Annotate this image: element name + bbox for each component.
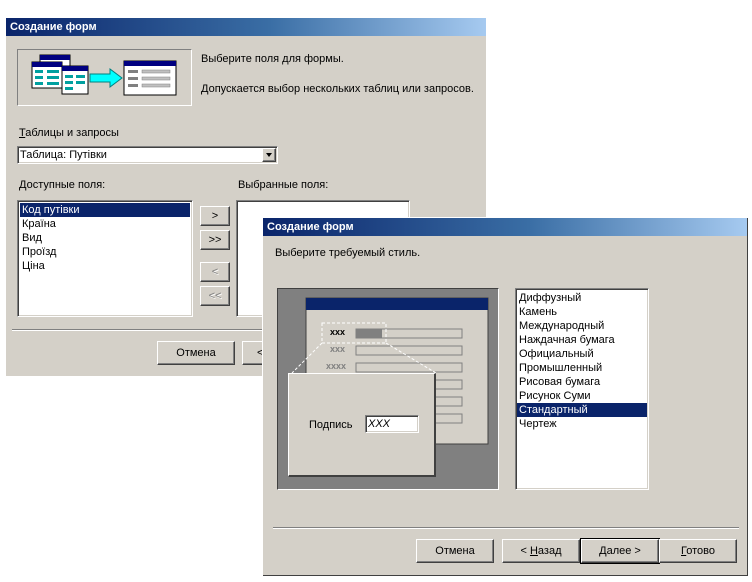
dialog1-instruction-1: Выберите поля для формы.: [201, 53, 344, 65]
tables-queries-label: Таблицы и запросы: [19, 127, 119, 139]
table-select[interactable]: Таблица: Путівки: [17, 146, 278, 164]
dialog2-next-button[interactable]: Далее >: [580, 538, 660, 564]
table-select-value: Таблица: Путівки: [20, 149, 107, 161]
list-item[interactable]: Стандартный: [517, 403, 647, 417]
preview-zoom-panel: Подпись XXX: [288, 373, 436, 477]
table-select-dropdown-button[interactable]: [262, 148, 276, 162]
list-item[interactable]: Рисовая бумага: [517, 375, 647, 389]
dialog2-instruction: Выберите требуемый стиль.: [275, 247, 421, 259]
remove-field-button[interactable]: <: [200, 262, 230, 282]
list-item[interactable]: Ціна: [20, 259, 190, 273]
list-item[interactable]: Чертеж: [517, 417, 647, 431]
dialog1-cancel-button[interactable]: Отмена: [157, 341, 235, 365]
list-item[interactable]: Проїзд: [20, 245, 190, 259]
preview-caption-label: Подпись: [309, 419, 353, 431]
list-item[interactable]: Промышленный: [517, 361, 647, 375]
list-item[interactable]: Камень: [517, 305, 647, 319]
preview-caption-field: XXX: [365, 415, 419, 433]
list-item[interactable]: Код путівки: [20, 203, 190, 217]
selected-fields-label: Выбранные поля:: [238, 179, 329, 191]
tables-to-form-icon: [31, 54, 177, 96]
dialog2-cancel-button[interactable]: Отмена: [416, 539, 494, 563]
list-item[interactable]: Наждачная бумага: [517, 333, 647, 347]
available-fields-list[interactable]: Код путівки Країна Вид Проїзд Ціна: [17, 200, 193, 317]
preview-caption-field-value: XXX: [368, 418, 391, 430]
dialog1-titlebar[interactable]: Создание форм: [6, 18, 486, 36]
styles-list[interactable]: Диффузный Камень Международный Наждачная…: [515, 288, 649, 490]
remove-all-fields-button[interactable]: <<: [200, 286, 230, 306]
list-item[interactable]: Диффузный: [517, 291, 647, 305]
available-fields-label: Доступные поля:: [19, 179, 106, 191]
add-field-button[interactable]: >: [200, 206, 230, 226]
add-all-fields-button[interactable]: >>: [200, 230, 230, 250]
list-item[interactable]: Вид: [20, 231, 190, 245]
list-item[interactable]: Официальный: [517, 347, 647, 361]
preview-row-label: xxxx: [326, 361, 347, 371]
style-preview: xxx xxx xxxx Подпись XXX: [277, 288, 499, 490]
preview-row-label: xxx: [330, 327, 346, 337]
dialog2-back-button[interactable]: < Назад: [502, 539, 580, 563]
dialog2-finish-button[interactable]: Готово: [659, 539, 737, 563]
wizard-illustration: [17, 49, 192, 106]
chevron-down-icon: [266, 153, 272, 157]
list-item[interactable]: Международный: [517, 319, 647, 333]
list-item[interactable]: Країна: [20, 217, 190, 231]
list-item[interactable]: Рисунок Суми: [517, 389, 647, 403]
dialog1-instruction-2: Допускается выбор нескольких таблиц или …: [201, 83, 474, 95]
dialog2-divider: [273, 527, 739, 529]
preview-row-label: xxx: [330, 344, 346, 354]
form-wizard-dialog-style: Создание форм Выберите требуемый стиль. …: [262, 217, 747, 575]
dialog2-titlebar[interactable]: Создание форм: [263, 218, 747, 236]
